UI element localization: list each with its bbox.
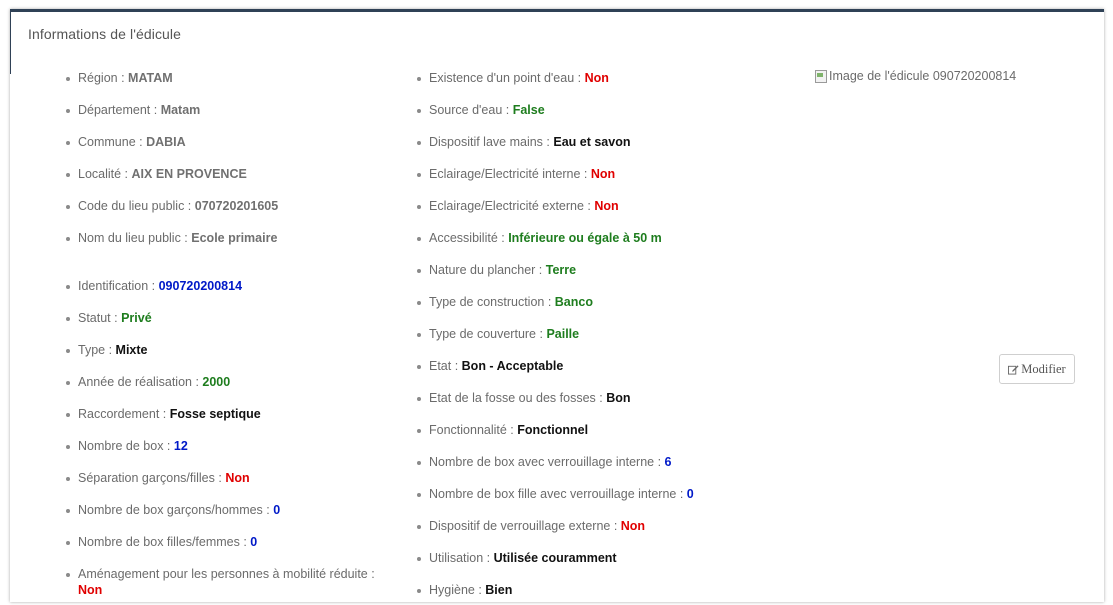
broken-image-icon	[814, 69, 828, 83]
list-item: Nombre de box garçons/hommes : 0	[65, 503, 281, 517]
list-item: Département : Matam	[65, 103, 201, 117]
list-item: Accessibilité : Inférieure ou égale à 50…	[417, 231, 662, 245]
list-item: Commune : DABIA	[66, 135, 186, 149]
list-item: Identification : 090720200814	[65, 279, 243, 293]
list-item: Etat de la fosse ou des fosses : Bon	[417, 391, 631, 405]
modify-button-label: Modifier	[1021, 361, 1066, 376]
list-item: Type : Mixte	[65, 343, 148, 357]
list-item: Existence d'un point d'eau : Non	[417, 71, 609, 85]
image-alt-text: Image de l'édicule 090720200814	[829, 69, 1017, 83]
panel-accent-bar	[10, 12, 11, 74]
list-item: Code du lieu public : 070720201605	[65, 199, 279, 213]
list-item: Type de construction : Banco	[417, 295, 593, 309]
list-item: Etat : Bon - Acceptable	[416, 359, 564, 373]
list-item: Utilisation : Utilisée couramment	[417, 551, 617, 565]
edit-icon	[1008, 364, 1019, 375]
list-item: Nombre de box : 12	[66, 439, 188, 453]
list-item: Nombre de box fille avec verrouillage in…	[417, 487, 694, 501]
list-item: Raccordement : Fosse septique	[66, 407, 261, 421]
list-item: Année de réalisation : 2000	[65, 375, 231, 389]
info-panel: Informations de l'édicule Région : MATAM…	[10, 9, 1104, 602]
list-item: Dispositif de verrouillage externe : Non	[416, 519, 646, 533]
list-item: Séparation garçons/filles : Non	[66, 471, 250, 485]
list-item: Nombre de box filles/femmes : 0	[65, 535, 258, 549]
list-item: Dispositif lave mains : Eau et savon	[416, 135, 631, 149]
list-item: Eclairage/Electricité externe : Non	[417, 199, 619, 213]
list-item: Source d'eau : False	[417, 103, 545, 117]
list-item: Localité : AIX EN PROVENCE	[66, 167, 247, 181]
list-item: Nature du plancher : Terre	[416, 263, 577, 277]
list-item: Fonctionnalité : Fonctionnel	[416, 423, 589, 437]
list-item: Hygiène : Bien	[416, 583, 513, 597]
list-item: Type de couverture : Paille	[416, 327, 580, 341]
list-item: Aménagement pour les personnes à mobilit…	[66, 567, 375, 597]
edicule-image: Image de l'édicule 090720200814	[814, 69, 1016, 83]
modify-button[interactable]: Modifier	[999, 354, 1075, 384]
panel-title: Informations de l'édicule	[28, 26, 182, 42]
list-item: Région : MATAM	[66, 71, 173, 85]
list-item: Nom du lieu public : Ecole primaire	[65, 231, 278, 245]
list-item: Eclairage/Electricité interne : Non	[416, 167, 616, 181]
list-item: Nombre de box avec verrouillage interne …	[417, 455, 672, 469]
list-item: Statut : Privé	[66, 311, 152, 325]
